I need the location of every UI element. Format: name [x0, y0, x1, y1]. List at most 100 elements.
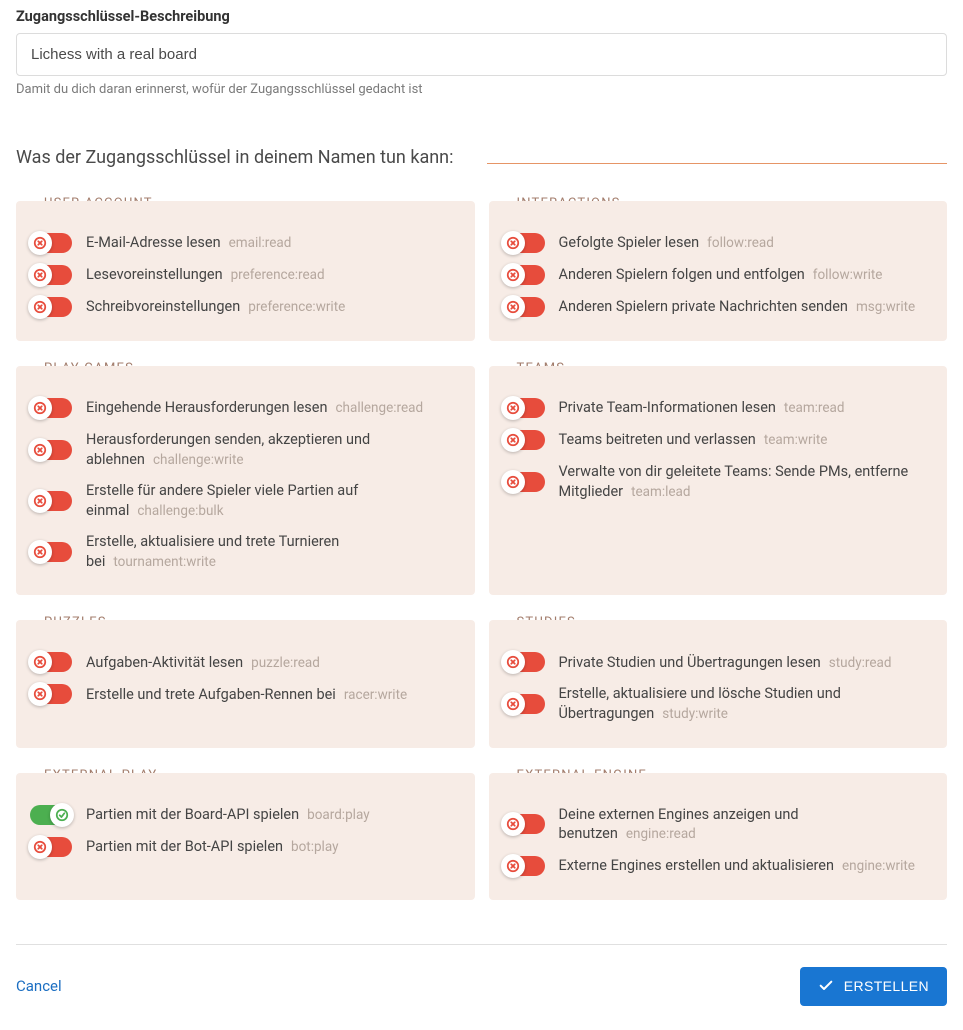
- scope-label-wrap: Verwalte von dir geleitete Teams: Sende …: [559, 462, 934, 501]
- check-circle-icon: [50, 803, 74, 827]
- scope-code: bot:play: [291, 839, 338, 855]
- x-circle-icon: [28, 650, 52, 674]
- scope-toggle[interactable]: [503, 694, 545, 714]
- scope-toggle[interactable]: [503, 265, 545, 285]
- scope-row: Herausforderungen senden, akzeptieren un…: [30, 424, 461, 475]
- submit-button[interactable]: ERSTELLEN: [800, 967, 947, 1006]
- scope-label-wrap: Private Studien und Übertragungen lesens…: [559, 653, 934, 673]
- scope-toggle[interactable]: [30, 805, 72, 825]
- scope-row: Erstelle und trete Aufgaben-Rennen beira…: [30, 678, 461, 710]
- scope-toggle[interactable]: [503, 297, 545, 317]
- scope-label-wrap: Aufgaben-Aktivität lesen puzzle:read: [86, 653, 461, 673]
- scope-label: Aufgaben-Aktivität lesen: [86, 654, 243, 671]
- scope-row: Verwalte von dir geleitete Teams: Sende …: [503, 456, 934, 507]
- scope-toggle[interactable]: [503, 233, 545, 253]
- scope-code: puzzle:read: [251, 655, 320, 671]
- scope-label: Externe Engines erstellen und aktualisie…: [559, 857, 835, 874]
- description-input[interactable]: [16, 33, 947, 76]
- scope-label-wrap: E-Mail-Adresse lesenemail:read: [86, 233, 461, 253]
- scope-label-wrap: Partien mit der Bot-API spielen bot:play: [86, 837, 461, 857]
- scope-toggle[interactable]: [30, 652, 72, 672]
- scope-toggle[interactable]: [30, 684, 72, 704]
- submit-button-label: ERSTELLEN: [844, 978, 929, 994]
- scope-toggle[interactable]: [30, 542, 72, 562]
- x-circle-icon: [28, 438, 52, 462]
- scope-label: Schreibvoreinstellungen: [86, 298, 240, 315]
- scope-label-wrap: Herausforderungen senden, akzeptieren un…: [86, 430, 461, 469]
- permission-group-play-games: PLAY GAMESEingehende Herausforderungen l…: [16, 361, 475, 595]
- scope-label: Eingehende Herausforderungen lesen: [86, 399, 327, 416]
- form-footer: Cancel ERSTELLEN: [16, 967, 947, 1006]
- x-circle-icon: [28, 489, 52, 513]
- heading-rule: [487, 163, 947, 164]
- token-form: Zugangsschlüssel-Beschreibung Damit du d…: [0, 0, 963, 1030]
- scope-code: msg:write: [856, 299, 915, 315]
- x-circle-icon: [501, 470, 525, 494]
- scope-code: engine:write: [842, 858, 915, 874]
- scope-toggle[interactable]: [503, 398, 545, 418]
- scope-toggle[interactable]: [30, 398, 72, 418]
- scope-code: team:read: [784, 400, 845, 416]
- scope-toggle[interactable]: [30, 837, 72, 857]
- x-circle-icon: [501, 692, 525, 716]
- scope-code: board:play: [307, 807, 369, 823]
- scope-row: Erstelle für andere Spieler viele Partie…: [30, 475, 461, 526]
- x-circle-icon: [28, 295, 52, 319]
- permissions-heading-text: Was der Zugangsschlüssel in deinem Namen…: [16, 147, 453, 168]
- scope-code: engine:read: [626, 826, 696, 842]
- scope-toggle[interactable]: [30, 233, 72, 253]
- scope-label: Anderen Spielern folgen und entfolgen: [559, 266, 805, 283]
- scope-code: preference:write: [248, 299, 345, 315]
- scope-label: Partien mit der Bot-API spielen: [86, 838, 283, 855]
- scope-row: Eingehende Herausforderungen lesen challe…: [30, 392, 461, 424]
- permissions-heading: Was der Zugangsschlüssel in deinem Namen…: [16, 147, 947, 168]
- scope-label: Erstelle und trete Aufgaben-Rennen bei: [86, 686, 336, 703]
- scope-toggle[interactable]: [503, 814, 545, 834]
- scope-toggle[interactable]: [30, 440, 72, 460]
- scope-code: team:lead: [631, 484, 690, 500]
- check-icon: [818, 977, 834, 996]
- description-help: Damit du dich daran erinnerst, wofür der…: [16, 82, 947, 97]
- footer-divider: [16, 944, 947, 945]
- scope-row: Schreibvoreinstellungen preference:write: [30, 291, 461, 323]
- cancel-button[interactable]: Cancel: [16, 977, 62, 995]
- scope-label-wrap: Gefolgte Spieler lesenfollow:read: [559, 233, 934, 253]
- permission-group-user-account: USER ACCOUNTE-Mail-Adresse lesenemail:re…: [16, 196, 475, 341]
- scope-label-wrap: Lesevoreinstellungenpreference:read: [86, 265, 461, 285]
- scope-label: Private Studien und Übertragungen lesen: [559, 654, 821, 671]
- x-circle-icon: [28, 540, 52, 564]
- scope-label: Teams beitreten und verlassen: [559, 431, 756, 448]
- scope-row: Teams beitreten und verlassenteam:write: [503, 424, 934, 456]
- permission-group-external-engine: EXTERNAL ENGINEDeine externen Engines an…: [489, 768, 948, 900]
- x-circle-icon: [501, 854, 525, 878]
- scope-label: Partien mit der Board-API spielen: [86, 806, 299, 823]
- scope-code: challenge:read: [335, 400, 423, 416]
- x-circle-icon: [501, 428, 525, 452]
- scope-label-wrap: Eingehende Herausforderungen lesen challe…: [86, 398, 461, 418]
- scope-toggle[interactable]: [503, 430, 545, 450]
- x-circle-icon: [28, 231, 52, 255]
- scope-row: Gefolgte Spieler lesenfollow:read: [503, 227, 934, 259]
- scope-label-wrap: Erstelle, aktualisiere und trete Turnier…: [86, 532, 461, 571]
- x-circle-icon: [501, 650, 525, 674]
- scope-toggle[interactable]: [30, 265, 72, 285]
- permission-group-body: E-Mail-Adresse lesenemail:read Lesevorein…: [16, 201, 475, 341]
- x-circle-icon: [28, 263, 52, 287]
- scope-label-wrap: Erstelle und trete Aufgaben-Rennen beira…: [86, 685, 461, 705]
- permission-group-body: Private Team-Informationen lesenteam:rea…: [489, 366, 948, 595]
- scope-label-wrap: Externe Engines erstellen und aktualisie…: [559, 856, 934, 876]
- scope-toggle[interactable]: [503, 472, 545, 492]
- scope-row: Partien mit der Board-API spielen board:p…: [30, 799, 461, 831]
- scope-code: email:read: [229, 235, 292, 251]
- scope-row: E-Mail-Adresse lesenemail:read: [30, 227, 461, 259]
- scope-label-wrap: Deine externen Engines anzeigen und benu…: [559, 805, 934, 844]
- x-circle-icon: [28, 835, 52, 859]
- x-circle-icon: [28, 396, 52, 420]
- permission-group-body: Aufgaben-Aktivität lesen puzzle:read Erste…: [16, 620, 475, 747]
- permission-group-body: Partien mit der Board-API spielen board:p…: [16, 773, 475, 900]
- scope-toggle[interactable]: [503, 652, 545, 672]
- scope-toggle[interactable]: [503, 856, 545, 876]
- scope-row: Erstelle, aktualisiere und trete Turnier…: [30, 526, 461, 577]
- scope-toggle[interactable]: [30, 297, 72, 317]
- scope-toggle[interactable]: [30, 491, 72, 511]
